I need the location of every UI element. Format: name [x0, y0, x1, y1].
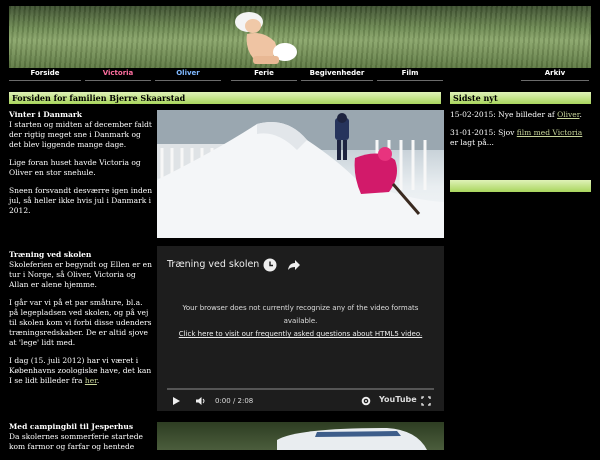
nav-ferie-label: Ferie	[254, 69, 274, 77]
news-item-date: 31-01-2015:	[450, 128, 496, 137]
zoo-link-suffix: .	[96, 376, 100, 385]
video-time: 0:00 / 2:08	[215, 397, 254, 405]
header-banner	[9, 6, 591, 68]
snow-scene-illustration	[157, 110, 444, 238]
fullscreen-icon[interactable]	[421, 396, 431, 406]
child-in-sunhat-photo	[235, 12, 297, 64]
nav-begivenheder[interactable]: Begivenheder	[301, 68, 373, 81]
article-traening-p3-text: I dag (15. juli 2012) har vi været i Køb…	[9, 356, 152, 385]
article-camping: Med campingbil til Jesperhus Da skolerne…	[9, 422, 154, 460]
nav-oliver-label: Oliver	[176, 69, 200, 77]
nav-begivenheder-label: Begivenheder	[309, 69, 365, 77]
nav-oliver[interactable]: Oliver	[155, 68, 221, 81]
camper-van-illustration	[277, 428, 427, 450]
snow-photo	[157, 110, 444, 238]
nav-film-label: Film	[401, 69, 419, 77]
nav-arkiv-label: Arkiv	[544, 69, 566, 77]
nav-film[interactable]: Film	[377, 68, 443, 81]
news-item-suffix: .	[579, 110, 582, 119]
article-camping-p1: Da skolernes sommerferie startede kom fa…	[9, 432, 143, 451]
news-item-text: Nye billeder af	[498, 110, 555, 119]
youtube-video-player[interactable]: Træning ved skolen Your browser does not…	[157, 246, 444, 411]
article-camping-title: Med campingbil til Jesperhus	[9, 422, 134, 431]
article-vinter: Vinter i Danmark I starten og midten af …	[9, 110, 154, 224]
nav-arkiv[interactable]: Arkiv	[521, 68, 589, 81]
video-progress-bar[interactable]	[167, 388, 434, 390]
watch-later-icon[interactable]	[263, 258, 277, 272]
news-oliver-link[interactable]: Oliver	[557, 110, 579, 119]
article-vinter-p2: Lige foran huset havde Victoria og Olive…	[9, 158, 141, 177]
sidebar-header: Sidste nyt	[450, 92, 591, 104]
article-traening-p3: I dag (15. juli 2012) har vi været i Køb…	[9, 356, 154, 386]
article-traening-p2: I går var vi på et par småture, bl.a. på…	[9, 298, 152, 347]
main-section-header: Forsiden for familien Bjerre Skaarstad	[9, 92, 441, 104]
news-item-date: 15-02-2015:	[450, 110, 496, 119]
settings-gear-icon[interactable]	[361, 396, 371, 406]
article-traening-p1: Skoleferien er begyndt og Ellen er en tu…	[9, 260, 152, 289]
video-title-text: Træning ved skolen	[167, 259, 260, 270]
video-title[interactable]: Træning ved skolen	[167, 259, 259, 270]
news-victoria-film-link[interactable]: film med Victoria	[517, 128, 583, 137]
article-vinter-title: Vinter i Danmark	[9, 110, 83, 119]
nav-forside[interactable]: Forside	[9, 68, 81, 81]
article-traening-title: Træning ved skolen	[9, 250, 92, 259]
nav-victoria[interactable]: Victoria	[85, 68, 151, 81]
video-unsupported-message: Your browser does not currently recogniz…	[177, 302, 424, 341]
nav-victoria-label: Victoria	[102, 69, 134, 77]
sidebar-bar	[450, 180, 591, 192]
main-navigation: Forside Victoria Oliver Ferie Begivenhed…	[9, 68, 591, 81]
share-icon[interactable]	[287, 258, 301, 272]
nav-forside-label: Forside	[30, 69, 60, 77]
volume-icon[interactable]	[195, 396, 207, 406]
zoo-photos-link[interactable]: her	[85, 376, 97, 385]
nav-ferie[interactable]: Ferie	[231, 68, 297, 81]
article-vinter-p3: Sneen forsvandt desværre igen inden jul,…	[9, 186, 153, 215]
article-traening: Træning ved skolen Skoleferien er begynd…	[9, 250, 154, 394]
video-format-notice: Your browser does not currently recogniz…	[182, 304, 419, 325]
news-item: 15-02-2015: Nye billeder af Oliver.	[450, 110, 591, 120]
news-list: 15-02-2015: Nye billeder af Oliver. 31-0…	[450, 110, 591, 156]
play-icon[interactable]	[171, 396, 181, 406]
html5-video-faq-link[interactable]: Click here to visit our frequently asked…	[179, 330, 422, 338]
article-vinter-p1: I starten og midten af december faldt de…	[9, 120, 152, 149]
youtube-logo[interactable]: YouTube	[379, 395, 417, 404]
news-item: 31-01-2015: Sjov film med Victoria er la…	[450, 128, 591, 148]
news-item-text: Sjov	[498, 128, 515, 137]
news-item-suffix: er lagt på...	[450, 138, 494, 147]
camper-van-photo	[157, 422, 444, 450]
